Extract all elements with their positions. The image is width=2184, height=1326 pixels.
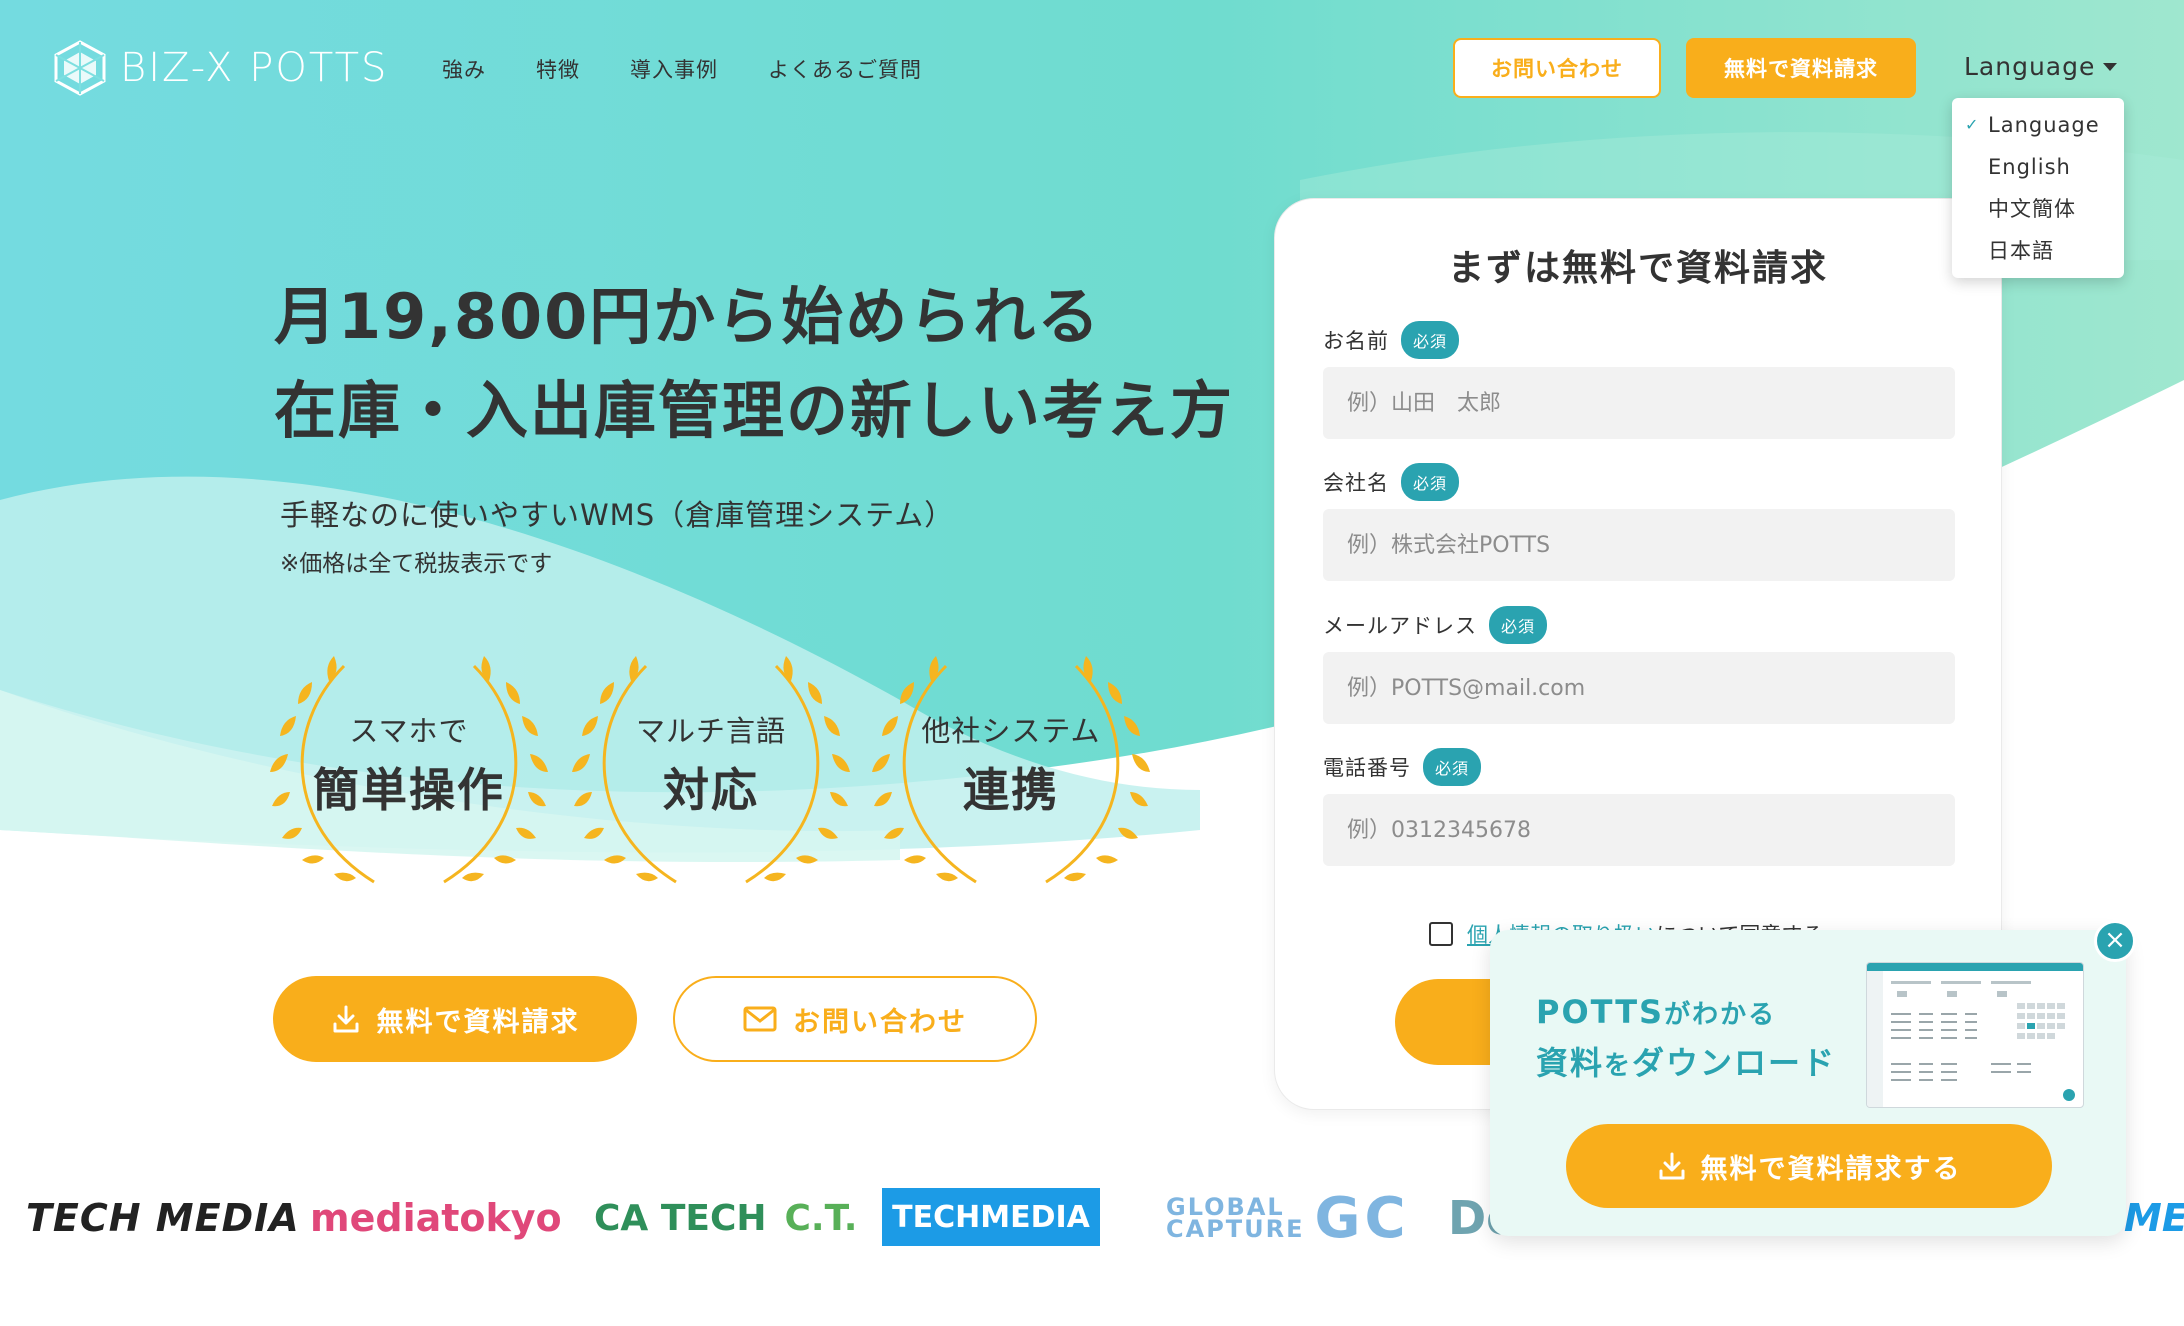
language-option-label: English [1988,155,2071,179]
logo-globalcapture: GLOBAL CAPTURE GC [1166,1180,1410,1256]
headline-line-1: 月19,800円から始められる [274,280,1102,353]
price-note: ※価格は全て税抜表示です [280,551,553,577]
name-input[interactable] [1323,367,1955,439]
language-option-default[interactable]: ✓ Language [1952,104,2124,146]
popup-request-label: 無料で資料請求する [1700,1153,1962,1185]
field-label-text: 会社名 [1323,471,1389,495]
badge-caption: マルチ言語 [635,714,786,748]
language-option-label: Language [1988,113,2100,137]
email-input[interactable] [1323,652,1955,724]
header-contact-button[interactable]: お問い合わせ [1453,38,1661,98]
hero-request-label: 無料で資料請求 [376,1006,580,1038]
logo-mediatokyo: mediatokyo [310,1180,562,1256]
consent-checkbox[interactable] [1429,922,1453,946]
phone-input[interactable] [1323,794,1955,866]
language-option-label: 中文簡体 [1988,197,2076,221]
badge-title: 簡単操作 [313,763,505,817]
language-option-english[interactable]: English [1952,146,2124,188]
brand-name: BIZ-X POTTS [120,45,389,91]
company-field-label: 会社名 必須 [1323,463,1460,501]
badge-multi-language: マルチ言語 対応 [566,636,856,896]
hero-contact-label: お問い合わせ [793,1006,967,1038]
hero-headline: 月19,800円から始められる 在庫・入出庫管理の新しい考え方 [274,270,1234,458]
badge-system-integration: 他社システム 連携 [866,636,1156,896]
badge-caption: 他社システム [921,714,1101,748]
language-dropdown: ✓ Language English 中文簡体 日本語 [1952,98,2124,278]
required-badge: 必須 [1401,463,1460,501]
field-label-text: 電話番号 [1323,756,1411,780]
brand-logo[interactable]: BIZ-X POTTS [52,40,388,96]
logo-techmedia: TECH MEDIA [26,1180,300,1256]
language-selector-label: Language [1964,52,2096,81]
form-title: まずは無料で資料請求 [1447,248,1828,289]
language-option-label: 日本語 [1988,239,2054,263]
badge-caption: スマホで [349,714,469,748]
required-badge: 必須 [1401,321,1460,359]
popup-request-button[interactable]: 無料で資料請求する [1566,1124,2052,1208]
nav-faq[interactable]: よくあるご質問 [768,54,922,84]
logo-text: CA TECH [594,1197,767,1239]
popup-headline: POTTSがわかる 資料をダウンロード [1536,988,1836,1090]
logo-catech: CA TECH C.T. [594,1180,857,1256]
logo-text: TECHMEDIA [892,1199,1090,1235]
hero-subline: 手軽なのに使いやすいWMS（倉庫管理システム） [280,498,955,532]
required-badge: 必須 [1423,748,1482,786]
hero-request-button[interactable]: 無料で資料請求 [273,976,637,1062]
dashboard-preview-image [1867,963,2083,1107]
language-option-japanese[interactable]: 日本語 [1952,230,2124,272]
language-selector[interactable]: Language [1964,52,2118,81]
logo-techmedia-box: TECHMEDIA [882,1188,1100,1246]
mail-icon [743,1006,777,1032]
popup-text-fragment: 資料 [1536,1044,1605,1082]
hero-contact-button[interactable]: お問い合わせ [673,976,1037,1062]
logo-text: C.T. [784,1197,858,1239]
download-icon [1659,1152,1684,1180]
logo-text: TECH MEDIA [26,1196,300,1240]
logo-text: mediatokyo [310,1196,562,1240]
caret-down-icon [2103,62,2118,71]
popup-text-fragment: を [1604,1051,1633,1081]
logo-text: CAPTURE [1166,1215,1305,1243]
dashboard-thumbnail [1866,962,2084,1108]
name-field-label: お名前 必須 [1323,321,1460,359]
download-icon [333,1005,358,1033]
popup-text-fragment: がわかる [1664,1000,1777,1030]
badge-title: 連携 [963,763,1059,817]
logo-text: ME [2124,1196,2184,1240]
field-label-text: お名前 [1323,329,1389,353]
popup-brand: POTTS [1536,993,1665,1031]
download-popup: POTTSがわかる 資料をダウンロード 無料で資料請求する [1490,930,2126,1236]
close-icon[interactable]: × [2094,920,2136,962]
check-icon: ✓ [1965,115,1980,134]
nav-strengths[interactable]: 強み [442,54,486,84]
required-badge: 必須 [1489,606,1548,644]
badge-easy-operation: スマホで 簡単操作 [264,636,554,896]
headline-line-2: 在庫・入出庫管理の新しい考え方 [274,374,1235,447]
nav-case-studies[interactable]: 導入事例 [630,54,718,84]
language-option-chinese[interactable]: 中文簡体 [1952,188,2124,230]
field-label-text: メールアドレス [1323,614,1477,638]
header-request-button[interactable]: 無料で資料請求 [1686,38,1916,98]
nav-features[interactable]: 特徴 [536,54,580,84]
main-nav: 強み 特徴 導入事例 よくあるご質問 [442,54,922,84]
email-field-label: メールアドレス 必須 [1323,606,1548,644]
popup-text-fragment: ダウンロード [1632,1044,1837,1082]
logo-text: GC [1314,1185,1410,1251]
company-input[interactable] [1323,509,1955,581]
logo-partial-me: ME [2124,1180,2184,1256]
logo-mark-icon [54,40,106,96]
badge-title: 対応 [663,763,759,817]
phone-field-label: 電話番号 必須 [1323,748,1482,786]
